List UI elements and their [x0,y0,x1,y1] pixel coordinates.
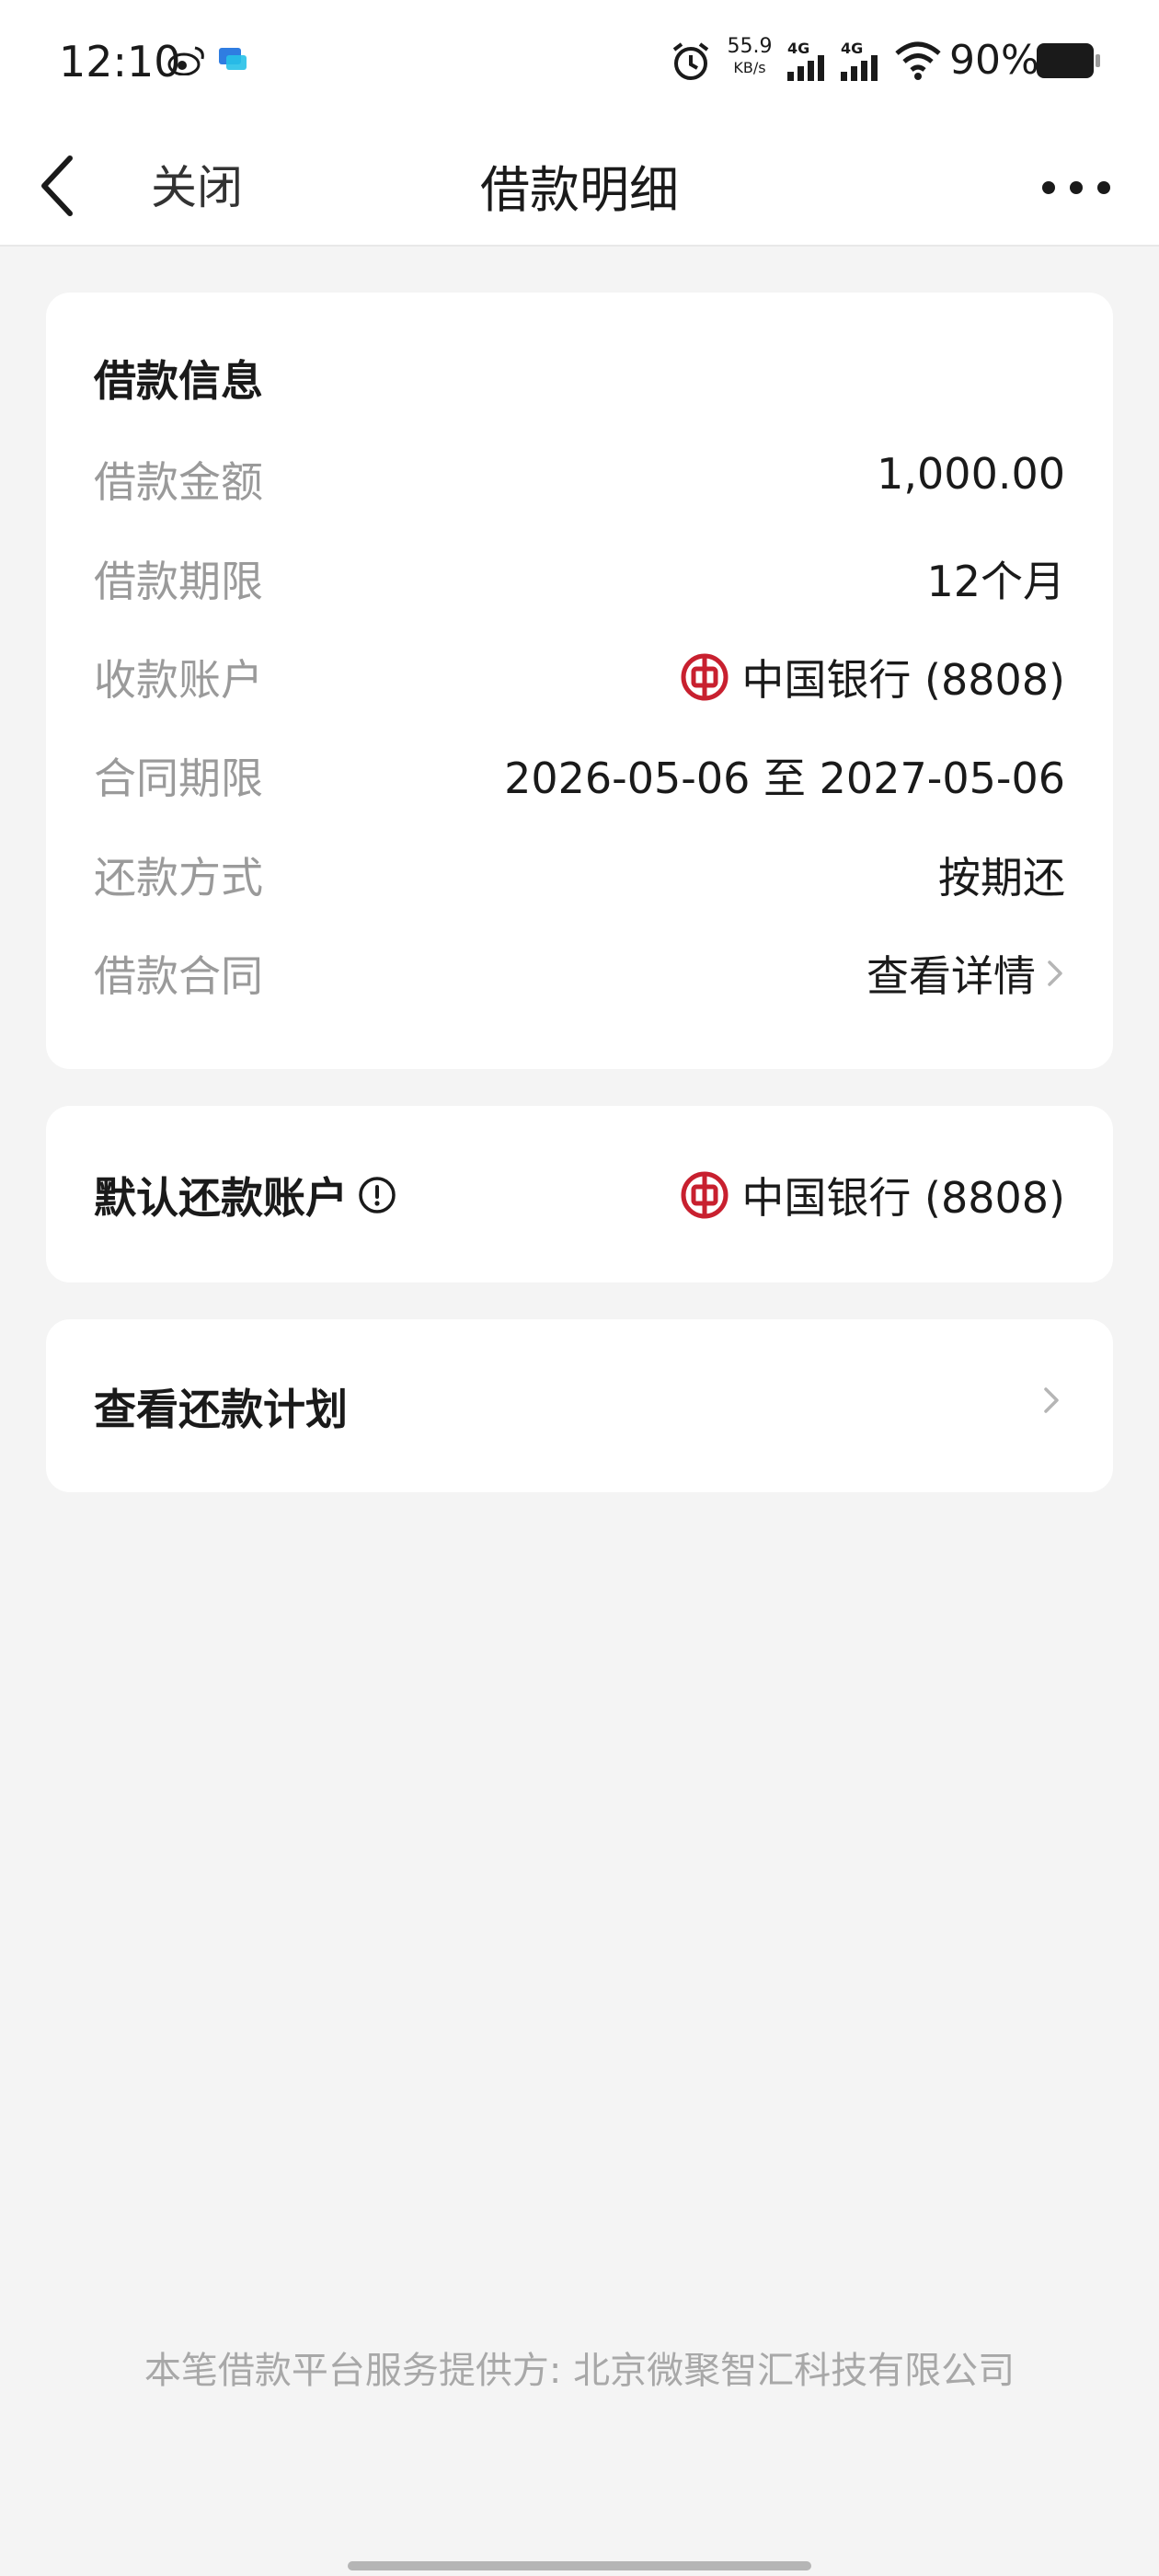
contract-period-row: 合同期限 2026-05-06 至 2027-05-06 [94,745,1065,803]
more-button[interactable] [1039,169,1113,206]
loan-contract-row: 借款合同 查看详情 [94,943,1065,1001]
repay-account-label-group: 默认还款账户 [94,1165,397,1225]
repayment-method-label: 还款方式 [94,853,263,903]
wifi-icon [894,40,942,85]
repay-account-value: 中国银行 (8808) [681,1165,1065,1225]
home-indicator[interactable] [348,2561,811,2570]
nav-bar: 关闭 借款明细 [0,123,1159,247]
loan-amount-row: 借款金额 1,000.00 [94,449,1065,507]
status-time: 12:10 [59,37,181,86]
contract-period-value: 2026-05-06 至 2027-05-06 [504,753,1065,803]
receiving-account-label: 收款账户 [94,655,263,705]
service-provider-note: 本笔借款平台服务提供方: 北京微聚智汇科技有限公司 [143,2350,1016,2392]
page-title: 借款明细 [480,161,679,219]
repay-account-card: 默认还款账户 中国银行 (8808) [46,1106,1113,1282]
chevron-right-icon [1048,960,1062,986]
repay-account-label: 默认还款账户 [94,1173,348,1223]
cellular-signal-icon: 4G [839,39,885,86]
cellular-signal-icon: 4G [786,39,832,86]
network-speed: 55.9 KB/s [727,35,773,76]
view-contract-link[interactable]: 查看详情 [866,943,1065,1004]
alarm-icon [670,40,712,86]
repay-plan-card[interactable]: 查看还款计划 [46,1319,1113,1492]
more-dots-icon [1042,181,1110,194]
loan-term-label: 借款期限 [94,557,263,606]
weibo-icon [167,44,206,79]
receiving-account-value: 中国银行 (8808) [681,647,1065,707]
chevron-right-icon [1044,1387,1059,1413]
repay-plan-label: 查看还款计划 [94,1385,348,1434]
loan-info-card: 借款信息 借款金额 1,000.00 借款期限 12个月 收款账户 中国银行 (… [46,293,1113,1069]
repayment-method-row: 还款方式 按期还 [94,845,1065,903]
loan-term-value: 12个月 [926,557,1065,606]
message-app-icon [217,46,248,77]
receiving-account-row: 收款账户 中国银行 (8808) [94,647,1065,705]
battery-percent: 90% [949,37,1039,84]
loan-term-row: 借款期限 12个月 [94,548,1065,606]
status-bar: 12:10 55.9 KB/s 4G 4G 90% [0,0,1159,123]
info-circle-icon[interactable] [357,1175,397,1215]
bank-of-china-icon [681,653,729,701]
loan-contract-label: 借款合同 [94,951,263,1001]
repay-account-text: 中国银行 (8808) [741,1173,1065,1223]
bank-of-china-icon [681,1171,729,1219]
loan-amount-value: 1,000.00 [877,449,1065,499]
battery-icon [1036,42,1102,83]
receiving-account-text: 中国银行 (8808) [741,655,1065,705]
svg-text:4G: 4G [787,40,809,57]
svg-text:4G: 4G [841,40,863,57]
contract-period-label: 合同期限 [94,753,263,803]
repayment-method-value: 按期还 [938,853,1065,903]
loan-amount-label: 借款金额 [94,457,263,507]
view-contract-text: 查看详情 [866,951,1036,1001]
loan-info-title: 借款信息 [94,356,263,406]
